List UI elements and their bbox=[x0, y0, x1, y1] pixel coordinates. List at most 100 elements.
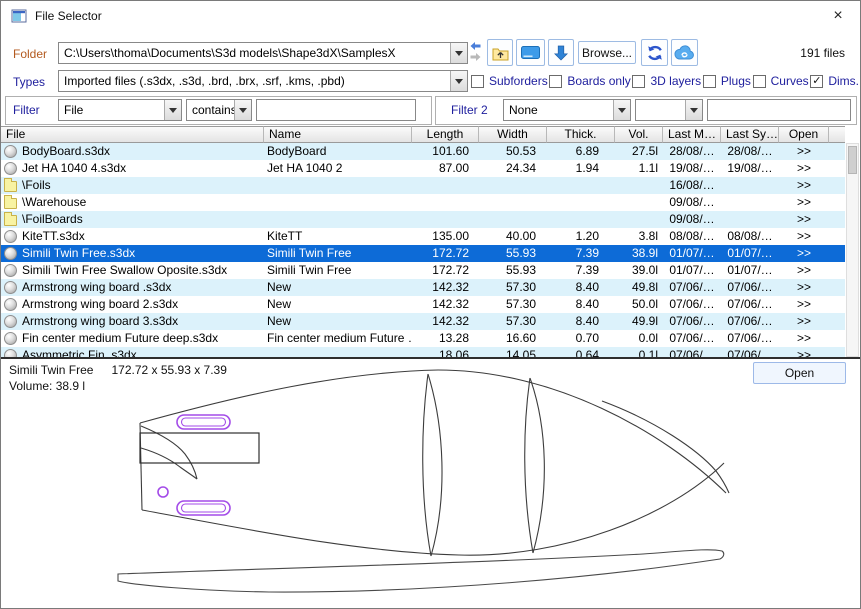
checkbox-box[interactable] bbox=[549, 75, 562, 88]
table-row[interactable]: Simili Twin Free.s3dxSimili Twin Free172… bbox=[1, 245, 845, 262]
filter2-field-combo[interactable]: None bbox=[503, 99, 631, 121]
checkbox-3d-layers[interactable]: 3D layers bbox=[632, 74, 701, 88]
cell-open[interactable]: >> bbox=[779, 177, 829, 194]
table-row[interactable]: BodyBoard.s3dxBodyBoard101.6050.536.8927… bbox=[1, 143, 845, 160]
checkbox-curves[interactable]: Curves bbox=[753, 74, 809, 88]
column-header-width[interactable]: Width bbox=[479, 126, 547, 143]
checkbox-label: Plugs bbox=[721, 74, 751, 88]
table-row[interactable]: \Warehouse09/08/…>> bbox=[1, 194, 845, 211]
table-row[interactable]: Armstrong wing board 3.s3dxNew142.3257.3… bbox=[1, 313, 845, 330]
chevron-down-icon[interactable] bbox=[613, 100, 630, 120]
station-1-right bbox=[428, 374, 442, 556]
chevron-down-icon[interactable] bbox=[685, 100, 702, 120]
checkbox-checked-icon[interactable]: ✓ bbox=[810, 75, 823, 88]
cell-last-sy: 07/06/… bbox=[721, 313, 779, 330]
cell-last-m: 09/08/… bbox=[663, 211, 721, 228]
back-arrow-icon[interactable] bbox=[470, 41, 481, 51]
cell-open[interactable]: >> bbox=[779, 330, 829, 347]
cell-last-m: 07/06/… bbox=[663, 313, 721, 330]
cell-vol: 27.5l bbox=[615, 143, 663, 160]
cell-length bbox=[412, 211, 479, 228]
filter-operator-combo[interactable]: contains bbox=[186, 99, 252, 121]
filter-value-input[interactable] bbox=[256, 99, 416, 121]
column-header-vol[interactable]: Vol. bbox=[615, 126, 663, 143]
chevron-down-icon[interactable] bbox=[450, 71, 467, 91]
cell-vol bbox=[615, 194, 663, 211]
table-row[interactable]: Asymmetric Fin .s3dx18.0614.050.640.1l07… bbox=[1, 347, 845, 357]
checkbox-box[interactable] bbox=[471, 75, 484, 88]
folder-path-combo[interactable]: C:\Users\thoma\Documents\S3d models\Shap… bbox=[58, 42, 468, 64]
chevron-down-icon[interactable] bbox=[450, 43, 467, 63]
column-header-open[interactable]: Open bbox=[779, 126, 829, 143]
close-icon[interactable]: × bbox=[828, 6, 848, 26]
browse-button[interactable]: Browse... bbox=[578, 41, 636, 64]
types-combo[interactable]: Imported files (.s3dx, .s3d, .brd, .brx,… bbox=[58, 70, 468, 92]
table-row[interactable]: KiteTT.s3dxKiteTT135.0040.001.203.8l08/0… bbox=[1, 228, 845, 245]
table-row[interactable]: Fin center medium Future deep.s3dxFin ce… bbox=[1, 330, 845, 347]
cell-thick: 8.40 bbox=[547, 296, 615, 313]
chevron-down-icon[interactable] bbox=[234, 100, 251, 120]
forward-arrow-icon[interactable] bbox=[470, 52, 481, 62]
column-header-thick[interactable]: Thick. bbox=[547, 126, 615, 143]
checkbox-box[interactable] bbox=[753, 75, 766, 88]
checkbox-plugs[interactable]: Plugs bbox=[703, 74, 751, 88]
folder-icon bbox=[4, 181, 17, 192]
cell-open[interactable]: >> bbox=[779, 262, 829, 279]
types-label: Types bbox=[13, 75, 45, 89]
column-header-length[interactable]: Length bbox=[412, 126, 479, 143]
table-row[interactable]: Simili Twin Free Swallow Oposite.s3dxSim… bbox=[1, 262, 845, 279]
file-selector-window: File Selector × Folder C:\Users\thoma\Do… bbox=[0, 0, 861, 609]
file-name-text: Simili Twin Free.s3dx bbox=[17, 245, 135, 262]
checkbox-boards-only[interactable]: Boards only bbox=[549, 74, 630, 88]
table-row[interactable]: \FoilBoards09/08/…>> bbox=[1, 211, 845, 228]
desktop-button[interactable] bbox=[516, 39, 545, 66]
filter-field-combo[interactable]: File bbox=[58, 99, 182, 121]
cell-open[interactable]: >> bbox=[779, 313, 829, 330]
cloud-sync-button[interactable] bbox=[671, 39, 698, 66]
folder-up-button[interactable] bbox=[487, 39, 513, 66]
cell-open[interactable]: >> bbox=[779, 211, 829, 228]
column-header-name[interactable]: Name bbox=[264, 126, 412, 143]
refresh-button[interactable] bbox=[641, 39, 668, 66]
cell-width: 55.93 bbox=[479, 262, 547, 279]
board-drawing bbox=[1, 358, 860, 608]
chevron-down-icon[interactable] bbox=[164, 100, 181, 120]
checkbox-dims[interactable]: ✓Dims. bbox=[810, 74, 859, 88]
cell-length: 101.60 bbox=[412, 143, 479, 160]
filter2-value-input[interactable] bbox=[707, 99, 851, 121]
cell-thick: 0.64 bbox=[547, 347, 615, 357]
cell-open[interactable]: >> bbox=[779, 347, 829, 357]
column-header-file[interactable]: File bbox=[1, 126, 264, 143]
checkbox-box[interactable] bbox=[632, 75, 645, 88]
cell-file: Armstrong wing board 3.s3dx bbox=[1, 313, 264, 330]
checkbox-subforders[interactable]: Subforders bbox=[471, 74, 548, 88]
cell-open[interactable]: >> bbox=[779, 279, 829, 296]
cell-vol: 50.0l bbox=[615, 296, 663, 313]
cell-open[interactable]: >> bbox=[779, 160, 829, 177]
move-down-button[interactable] bbox=[548, 39, 574, 66]
cell-open[interactable]: >> bbox=[779, 143, 829, 160]
filter2-label: Filter 2 bbox=[451, 103, 488, 117]
cell-open[interactable]: >> bbox=[779, 194, 829, 211]
cell-open[interactable]: >> bbox=[779, 296, 829, 313]
scrollbar-thumb[interactable] bbox=[848, 146, 857, 174]
cell-width: 57.30 bbox=[479, 313, 547, 330]
column-header-last-sy[interactable]: Last Sy… bbox=[721, 126, 779, 143]
column-header-last-m[interactable]: Last M… bbox=[663, 126, 721, 143]
checkbox-label: Boards only bbox=[567, 74, 630, 88]
cell-open[interactable]: >> bbox=[779, 245, 829, 262]
table-row[interactable]: \Foils16/08/…>> bbox=[1, 177, 845, 194]
cell-file: Fin center medium Future deep.s3dx bbox=[1, 330, 264, 347]
vent-plug-circle bbox=[158, 487, 168, 497]
table-row[interactable]: Armstrong wing board 2.s3dxNew142.3257.3… bbox=[1, 296, 845, 313]
cell-name: New bbox=[264, 313, 412, 330]
filter2-operator-combo[interactable] bbox=[635, 99, 703, 121]
cell-open[interactable]: >> bbox=[779, 228, 829, 245]
filter-operator-value: contains bbox=[187, 103, 234, 117]
table-row[interactable]: Armstrong wing board .s3dxNew142.3257.30… bbox=[1, 279, 845, 296]
table-row[interactable]: Jet HA 1040 4.s3dxJet HA 1040 287.0024.3… bbox=[1, 160, 845, 177]
checkbox-box[interactable] bbox=[703, 75, 716, 88]
table-scrollbar[interactable] bbox=[846, 143, 859, 357]
file-name-text: \Warehouse bbox=[17, 194, 86, 211]
cell-thick: 7.39 bbox=[547, 262, 615, 279]
